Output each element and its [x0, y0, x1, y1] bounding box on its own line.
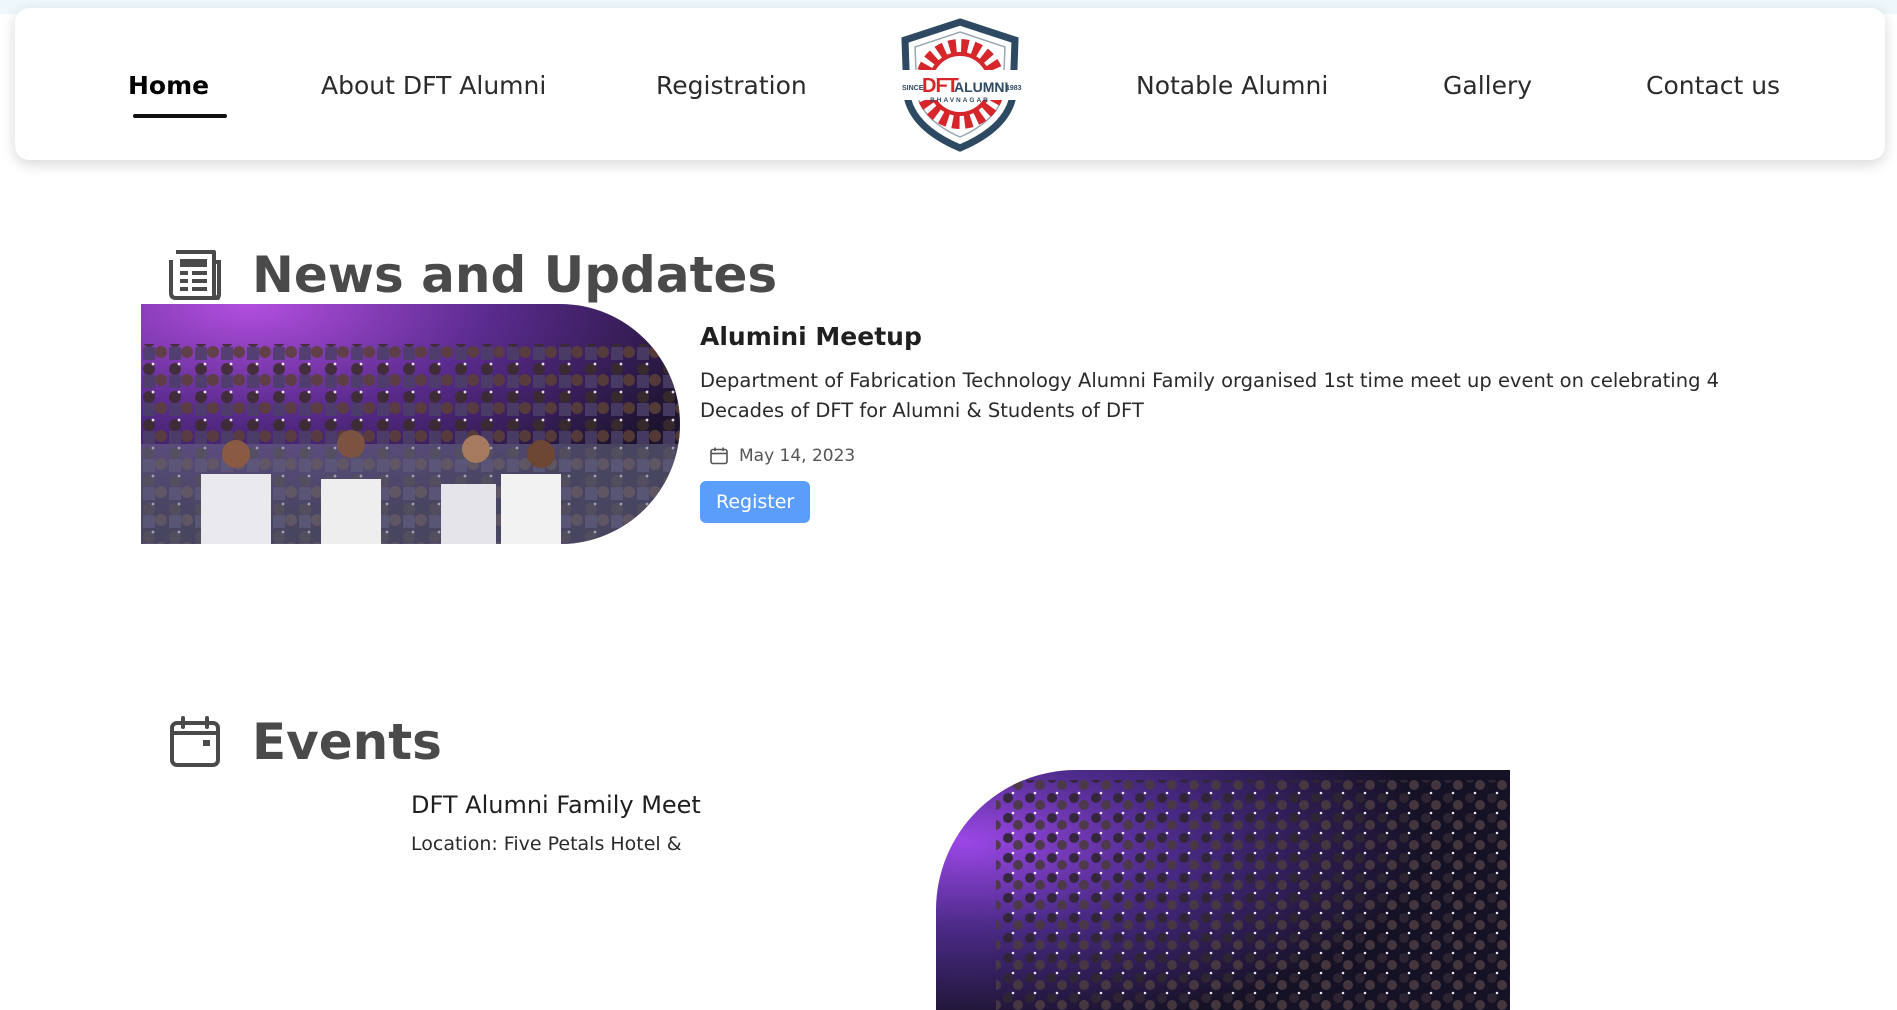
event-item-title[interactable]: DFT Alumni Family Meet	[411, 791, 701, 819]
active-nav-indicator	[133, 114, 227, 118]
calendar-icon	[170, 715, 220, 767]
events-section-heading: Events	[168, 675, 442, 808]
nav-link-notable-alumni[interactable]: Notable Alumni	[1136, 71, 1328, 101]
event-item-location: Location: Five Petals Hotel &	[411, 833, 682, 855]
calendar-small-icon	[710, 447, 728, 465]
news-section-title: News and Updates	[252, 245, 778, 304]
svg-text:ALUMNI: ALUMNI	[954, 79, 1008, 95]
news-item-date: May 14, 2023	[700, 446, 1720, 466]
newspaper-icon	[169, 249, 221, 300]
event-item-image	[936, 770, 1510, 1010]
nav-link-registration[interactable]: Registration	[656, 71, 807, 101]
nav-link-contact[interactable]: Contact us	[1646, 71, 1780, 101]
news-photo-audience	[141, 304, 680, 544]
register-button[interactable]: Register	[700, 481, 811, 523]
nav-link-gallery[interactable]: Gallery	[1443, 71, 1532, 101]
svg-text:1983: 1983	[1006, 85, 1022, 92]
svg-text:SINCE: SINCE	[902, 85, 924, 92]
nav-link-home[interactable]: Home	[128, 71, 209, 101]
news-item: Alumini Meetup Department of Fabrication…	[700, 322, 1720, 523]
svg-text:BHAVNAGAR: BHAVNAGAR	[930, 97, 990, 104]
news-item-title[interactable]: Alumini Meetup	[700, 322, 1720, 352]
event-photo-audience	[936, 770, 1510, 1010]
news-item-image	[141, 304, 680, 544]
news-item-description: Department of Fabrication Technology Alu…	[700, 369, 1720, 422]
events-section-title: Events	[252, 712, 442, 771]
dft-alumni-logo[interactable]: SINCE DFT ALUMNI 1983 BHAVNAGAR	[895, 18, 1025, 152]
nav-link-about[interactable]: About DFT Alumni	[321, 71, 546, 101]
news-item-date-text: May 14, 2023	[739, 446, 856, 466]
